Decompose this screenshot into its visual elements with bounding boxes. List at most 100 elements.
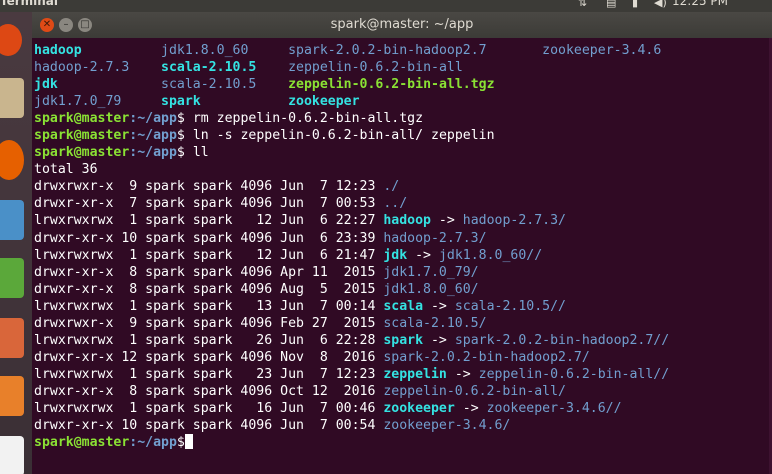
command-text: ll bbox=[184, 145, 209, 161]
ls-entry: zeppelin-0.6.2-bin-all.tgz bbox=[288, 77, 495, 93]
file-meta: lrwxrwxrwx 1 spark spark 12 Jun 6 22:27 bbox=[34, 213, 384, 229]
file-name: zeppelin bbox=[383, 366, 447, 382]
prompt-path: :~/app bbox=[129, 435, 177, 451]
amazon-icon[interactable] bbox=[0, 436, 24, 474]
terminal-line: drwxr-xr-x 10 spark spark 4096 Jun 6 23:… bbox=[34, 230, 770, 247]
link-arrow: -> bbox=[423, 298, 455, 314]
file-name: scala-2.10.5/ bbox=[383, 315, 487, 331]
file-meta: lrwxrwxrwx 1 spark spark 13 Jun 7 00:14 bbox=[34, 298, 384, 314]
file-meta: drwxr-xr-x 12 spark spark 4096 Nov 8 201… bbox=[34, 349, 384, 365]
file-name: ./ bbox=[383, 179, 400, 195]
terminal-line: jdk1.7.0_79 spark zookeeper bbox=[34, 93, 770, 110]
ubuntu-dash-icon[interactable] bbox=[0, 24, 22, 56]
link-target: hadoop-2.7.3/ bbox=[462, 213, 566, 229]
prompt-sign: $ bbox=[176, 111, 185, 127]
link-arrow: -> bbox=[454, 400, 487, 416]
file-name: jdk bbox=[383, 247, 408, 263]
terminal-line: total 36 bbox=[34, 161, 770, 178]
file-meta: lrwxrwxrwx 1 spark spark 26 Jun 6 22:28 bbox=[34, 332, 384, 348]
terminal-line: lrwxrwxrwx 1 spark spark 12 Jun 6 21:47 … bbox=[34, 247, 770, 264]
terminal-line: lrwxrwxrwx 1 spark spark 13 Jun 7 00:14 … bbox=[34, 298, 770, 315]
terminal-line: jdk scala-2.10.5 zeppelin-0.6.2-bin-all.… bbox=[34, 76, 770, 93]
software-center-icon[interactable] bbox=[0, 376, 24, 416]
file-name: jdk1.8.0_60/ bbox=[383, 281, 479, 297]
panel-app-name: Terminal bbox=[0, 0, 59, 8]
terminal-line: drwxr-xr-x 8 spark spark 4096 Aug 5 2015… bbox=[34, 281, 770, 298]
keyboard-icon[interactable]: ▤ bbox=[606, 0, 616, 9]
firefox-icon[interactable] bbox=[0, 140, 24, 180]
terminal-line: drwxr-xr-x 12 spark spark 4096 Nov 8 201… bbox=[34, 349, 770, 366]
ls-entry: scala-2.10.5 bbox=[161, 77, 257, 93]
link-target: spark-2.0.2-bin-hadoop2.7// bbox=[454, 332, 670, 348]
file-name: zookeeper-3.4.6/ bbox=[383, 418, 511, 434]
text-cursor bbox=[184, 434, 193, 450]
terminal-line: lrwxrwxrwx 1 spark spark 23 Jun 7 12:23 … bbox=[34, 366, 770, 383]
ls-entry: spark-2.0.2-bin-hadoop2.7 bbox=[288, 43, 487, 58]
file-meta: drwxr-xr-x 8 spark spark 4096 Aug 5 2015 bbox=[34, 281, 384, 297]
file-name: spark-2.0.2-bin-hadoop2.7/ bbox=[383, 349, 590, 365]
file-name: scala bbox=[383, 298, 424, 314]
link-arrow: -> bbox=[446, 366, 479, 382]
ls-entry: hadoop bbox=[34, 43, 82, 58]
ls-entry: zookeeper-3.4.6 bbox=[542, 43, 662, 58]
terminal-line: drwxr-xr-x 8 spark spark 4096 Apr 11 201… bbox=[34, 264, 770, 281]
file-meta: drwxr-xr-x 8 spark spark 4096 Oct 12 201… bbox=[34, 383, 384, 399]
file-name: ../ bbox=[383, 196, 408, 212]
terminal-line: drwxrwxr-x 9 spark spark 4096 Jun 7 12:2… bbox=[34, 178, 770, 195]
link-arrow: -> bbox=[423, 332, 455, 348]
launcher bbox=[0, 12, 32, 474]
battery-icon[interactable]: ▮ bbox=[632, 0, 638, 9]
impress-icon[interactable] bbox=[0, 318, 24, 358]
file-name: zookeeper bbox=[383, 400, 455, 416]
file-meta: drwxr-xr-x 8 spark spark 4096 Apr 11 201… bbox=[34, 264, 384, 280]
files-icon[interactable] bbox=[0, 78, 24, 118]
terminal-line: lrwxrwxrwx 1 spark spark 12 Jun 6 22:27 … bbox=[34, 212, 770, 229]
prompt-path: :~/app bbox=[129, 145, 177, 161]
ls-entry: hadoop-2.7.3 bbox=[34, 60, 130, 76]
prompt-user: spark@master bbox=[34, 435, 130, 451]
top-panel: Terminal ⇅ ▤ ▮ ◀) 12:25 PM bbox=[0, 0, 772, 12]
calc-icon[interactable] bbox=[0, 258, 24, 298]
terminal-line: hadoop jdk1.8.0_60 spark-2.0.2-bin-hadoo… bbox=[34, 42, 770, 59]
terminal-output[interactable]: hadoop jdk1.8.0_60 spark-2.0.2-bin-hadoo… bbox=[34, 42, 770, 472]
command-text: ln -s zeppelin-0.6.2-bin-all/ zeppelin bbox=[184, 128, 495, 144]
volume-icon[interactable]: ◀) bbox=[654, 0, 667, 9]
file-meta: drwxrwxr-x 9 spark spark 4096 Jun 7 12:2… bbox=[34, 179, 384, 195]
prompt-sign: $ bbox=[176, 435, 185, 451]
prompt-user: spark@master bbox=[34, 111, 130, 127]
terminal-line: hadoop-2.7.3 scala-2.10.5 zeppelin-0.6.2… bbox=[34, 59, 770, 76]
terminal-line: spark@master:~/app$ bbox=[34, 434, 770, 451]
terminal-window[interactable]: ✕ – □ spark@master: ~/app hadoop jdk1.8.… bbox=[32, 12, 772, 474]
title-bar[interactable]: ✕ – □ spark@master: ~/app bbox=[32, 12, 772, 38]
ls-entry: jdk1.8.0_60 bbox=[161, 43, 249, 58]
ls-entry: zeppelin-0.6.2-bin-all bbox=[288, 60, 463, 76]
prompt-user: spark@master bbox=[34, 145, 130, 161]
command-text: rm zeppelin-0.6.2-bin-all.tgz bbox=[184, 111, 424, 127]
file-name: spark bbox=[383, 332, 424, 348]
file-name: hadoop bbox=[383, 213, 431, 229]
panel-clock[interactable]: 12:25 PM bbox=[672, 0, 728, 8]
ls-entry: scala-2.10.5 bbox=[161, 60, 257, 76]
ls-entry: jdk1.7.0_79 bbox=[34, 94, 122, 110]
link-arrow: -> bbox=[430, 213, 463, 229]
file-name: hadoop-2.7.3/ bbox=[383, 230, 487, 246]
prompt-user: spark@master bbox=[34, 128, 130, 144]
file-name: jdk1.7.0_79/ bbox=[383, 264, 479, 280]
link-arrow: -> bbox=[407, 247, 439, 263]
file-meta: drwxr-xr-x 10 spark spark 4096 Jun 6 23:… bbox=[34, 230, 384, 246]
network-icon[interactable]: ⇅ bbox=[578, 0, 587, 9]
file-meta: lrwxrwxrwx 1 spark spark 16 Jun 7 00:46 bbox=[34, 400, 384, 416]
ls-entry: jdk bbox=[34, 77, 58, 93]
prompt-sign: $ bbox=[176, 145, 185, 161]
link-target: zookeeper-3.4.6// bbox=[486, 400, 622, 416]
file-meta: drwxrwxr-x 9 spark spark 4096 Feb 27 201… bbox=[34, 315, 384, 331]
window-title: spark@master: ~/app bbox=[330, 17, 474, 32]
terminal-line: lrwxrwxrwx 1 spark spark 26 Jun 6 22:28 … bbox=[34, 332, 770, 349]
link-target: jdk1.8.0_60// bbox=[438, 247, 543, 263]
ls-entry: zookeeper bbox=[288, 94, 360, 110]
total-line: total 36 bbox=[34, 162, 98, 178]
writer-icon[interactable] bbox=[0, 200, 24, 240]
terminal-line: spark@master:~/app$ rm zeppelin-0.6.2-bi… bbox=[34, 110, 770, 127]
link-target: scala-2.10.5// bbox=[454, 298, 566, 314]
ls-entry: spark bbox=[161, 94, 201, 110]
